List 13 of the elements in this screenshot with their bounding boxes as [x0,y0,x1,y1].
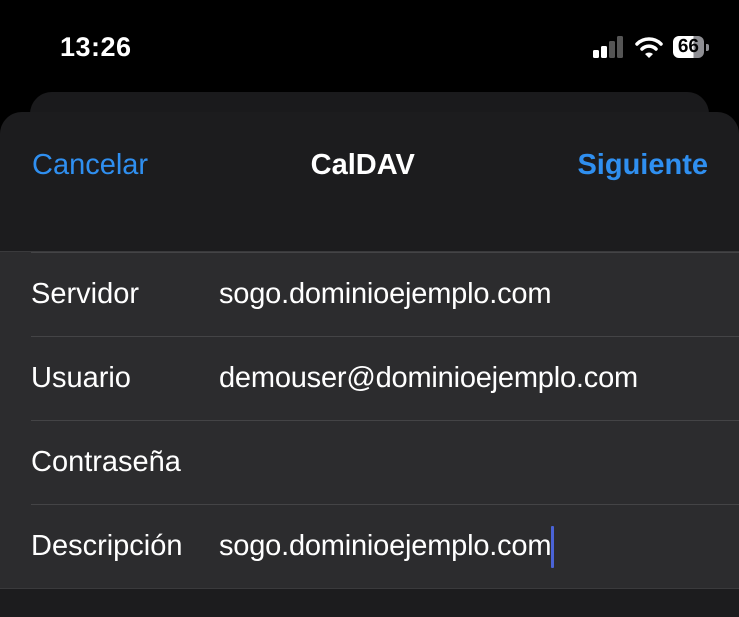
signal-icon [592,36,625,58]
field-label: Servidor [31,278,140,311]
input-field[interactable]: demouser@dominioejemplo.com [219,348,739,408]
input-field[interactable]: sogo.dominioejemplo.com [219,264,739,324]
field-label: Usuario [31,362,132,395]
field-label: Contraseña [31,446,182,479]
status-time: 13:26 [60,32,133,62]
field-label: Descripción [31,530,184,563]
cancel-button[interactable]: Cancelar [32,149,148,182]
wifi-icon [634,36,663,58]
nav-title: CalDAV [310,149,415,182]
input-field[interactable]: sogo.dominioejemplo.com [219,516,739,576]
next-button[interactable]: Siguiente [577,149,708,182]
